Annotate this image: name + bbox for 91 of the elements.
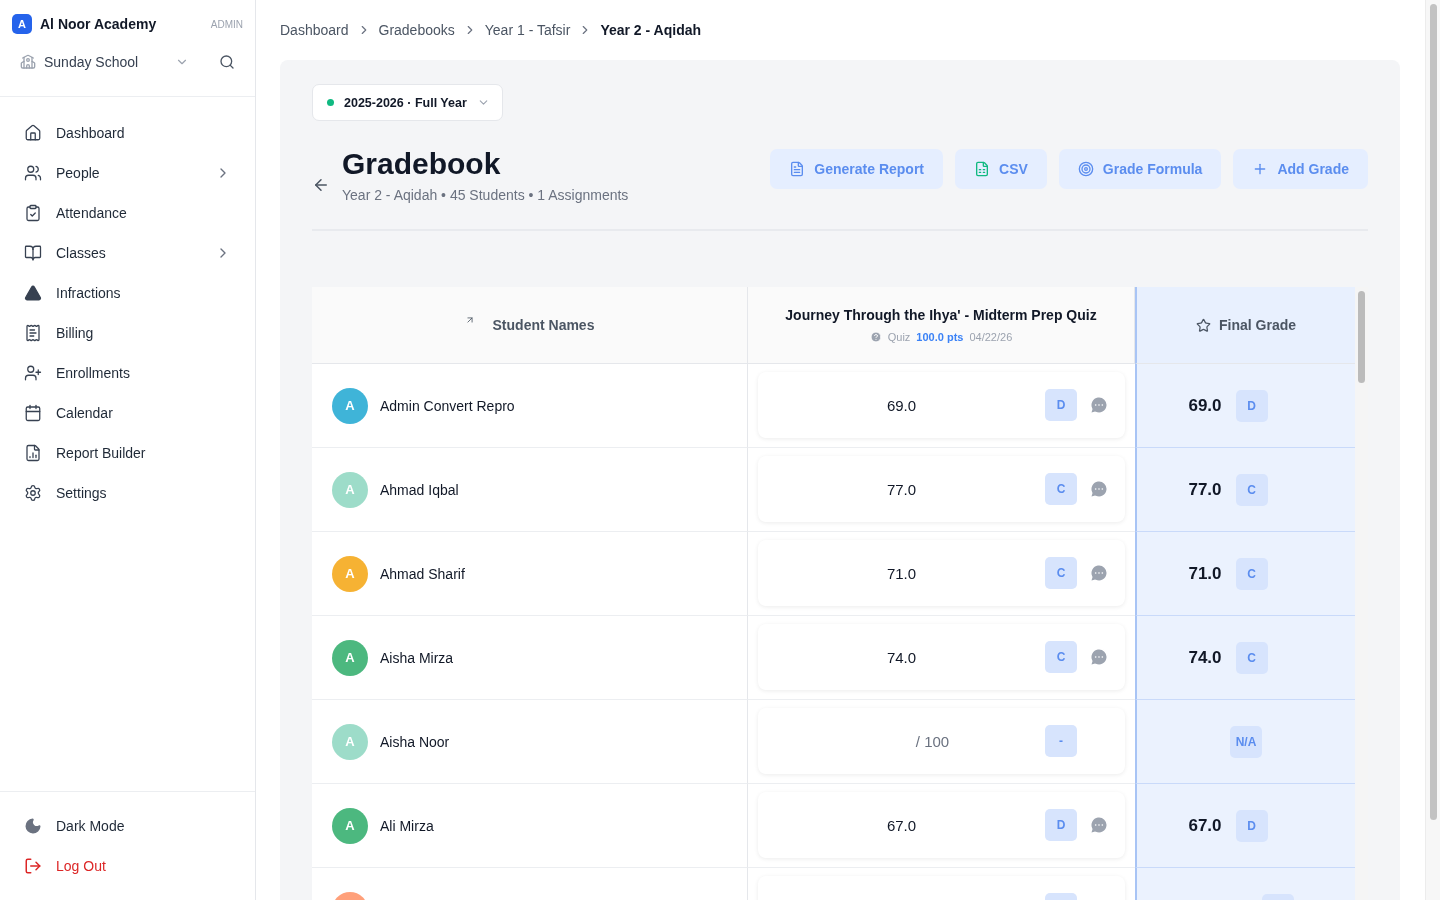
- school-selector[interactable]: Sunday School: [44, 54, 167, 70]
- letter-grade: -: [1045, 725, 1077, 757]
- student-name[interactable]: Aisha Noor: [380, 733, 450, 750]
- receipt-icon: [24, 324, 42, 342]
- comment-icon[interactable]: [1089, 563, 1109, 583]
- letter-grade: C: [1045, 557, 1077, 589]
- letter-grade: C: [1235, 641, 1268, 674]
- avatar: A: [332, 555, 368, 592]
- target-icon: [1077, 161, 1094, 177]
- letter-grade: C: [1235, 557, 1268, 590]
- star-icon: [1196, 317, 1211, 333]
- nav-item[interactable]: People: [12, 153, 243, 193]
- nav-item[interactable]: Infractions: [12, 273, 243, 313]
- score-field[interactable]: 71.0 C: [758, 540, 1125, 606]
- school-icon: [20, 54, 36, 70]
- final-score: 67.0: [1188, 815, 1222, 836]
- document-chart-icon: [24, 444, 42, 462]
- comment-icon[interactable]: [1089, 647, 1109, 667]
- final-score: 77.0: [1188, 479, 1222, 500]
- org-name: Al Noor Academy: [40, 16, 158, 32]
- student-name[interactable]: Ahmad Sharif: [380, 565, 465, 582]
- calendar-icon: [24, 404, 42, 422]
- avatar: A: [332, 723, 368, 760]
- people-icon: [24, 164, 42, 182]
- breadcrumb-link[interactable]: Year 1 - Tafsir: [484, 22, 571, 38]
- score-field[interactable]: 74.0 C: [758, 624, 1125, 690]
- column-header: Final Grade: [1219, 317, 1296, 333]
- spreadsheet-icon: [974, 161, 991, 177]
- letter-grade: C: [1045, 473, 1077, 505]
- final-score: 69.0: [1188, 395, 1222, 416]
- score-field[interactable]: 67.0 D: [758, 792, 1125, 858]
- page-subtitle: Year 2 - Aqidah • 45 Students • 1 Assignments: [342, 187, 630, 203]
- column-header: Student Names: [492, 317, 595, 333]
- sort-icon[interactable]: [464, 315, 475, 325]
- avatar: A: [332, 639, 368, 676]
- assignment-date: 04/22/26: [969, 331, 1013, 343]
- avatar: A: [332, 387, 368, 424]
- back-button[interactable]: [312, 176, 330, 194]
- book-icon: [24, 244, 42, 262]
- letter-grade: D: [1045, 389, 1077, 421]
- moon-icon: [24, 817, 42, 835]
- user-plus-icon: [24, 364, 42, 382]
- final-score: 71.0: [1188, 563, 1222, 584]
- student-name[interactable]: Admin Convert Repro: [380, 397, 515, 414]
- letter-grade: D: [1235, 389, 1268, 422]
- breadcrumb-link[interactable]: Year 2 - Aqidah: [600, 22, 701, 38]
- warning-icon: [24, 284, 42, 302]
- term-selector[interactable]: 2025-2026 · Full Year: [312, 84, 503, 121]
- student-name[interactable]: Ali Mirza: [380, 817, 434, 834]
- logout-icon: [24, 857, 42, 875]
- student-name[interactable]: Ahmad Iqbal: [380, 481, 459, 498]
- comment-icon[interactable]: [1089, 395, 1109, 415]
- score-field[interactable]: 69.0 D: [758, 372, 1125, 438]
- assignment-points: 100.0 pts: [916, 331, 964, 343]
- home-icon: [24, 124, 42, 142]
- final-score: 74.0: [1188, 647, 1222, 668]
- nav-item[interactable]: Settings: [12, 473, 243, 513]
- assignment-type: Quiz: [887, 331, 911, 343]
- settings-icon: [24, 484, 42, 502]
- nav-item[interactable]: Calendar: [12, 393, 243, 433]
- score-field[interactable]: / 100 -: [758, 708, 1125, 774]
- logout-button[interactable]: Log Out: [12, 846, 243, 886]
- letter-grade: C: [1045, 641, 1077, 673]
- score-field[interactable]: 77.0 C: [758, 456, 1125, 522]
- nav-item[interactable]: Report Builder: [12, 433, 243, 473]
- letter-grade: D: [1235, 809, 1268, 842]
- letter-grade: D: [1045, 809, 1077, 841]
- role-label: ADMIN: [210, 18, 243, 30]
- help-icon: [869, 331, 882, 343]
- nav-item[interactable]: Dashboard: [12, 113, 243, 153]
- letter-grade: N/A: [1230, 725, 1262, 758]
- comment-icon[interactable]: [1089, 479, 1109, 499]
- assignment-title[interactable]: Journey Through the Ihya' - Midterm Prep Quiz: [785, 307, 1097, 323]
- nav-item[interactable]: Classes: [12, 233, 243, 273]
- nav-item[interactable]: Attendance: [12, 193, 243, 233]
- letter-grade: C: [1235, 473, 1268, 506]
- page-scrollbar[interactable]: [1425, 0, 1440, 900]
- dark-mode-toggle[interactable]: Dark Mode: [12, 806, 243, 846]
- nav-item[interactable]: Billing: [12, 313, 243, 353]
- org-logo: A: [12, 14, 32, 34]
- nav-item[interactable]: Enrollments: [12, 353, 243, 393]
- page-title: Gradebook: [342, 147, 502, 181]
- student-name[interactable]: Aisha Mirza: [380, 649, 454, 666]
- comment-icon[interactable]: [1089, 815, 1109, 835]
- clipboard-icon: [24, 204, 42, 222]
- avatar: A: [332, 807, 368, 844]
- breadcrumb-link[interactable]: Gradebooks: [378, 22, 455, 38]
- avatar: A: [332, 471, 368, 508]
- search-icon[interactable]: [219, 54, 235, 70]
- document-icon: [789, 161, 806, 177]
- breadcrumb-link[interactable]: Dashboard: [280, 22, 349, 38]
